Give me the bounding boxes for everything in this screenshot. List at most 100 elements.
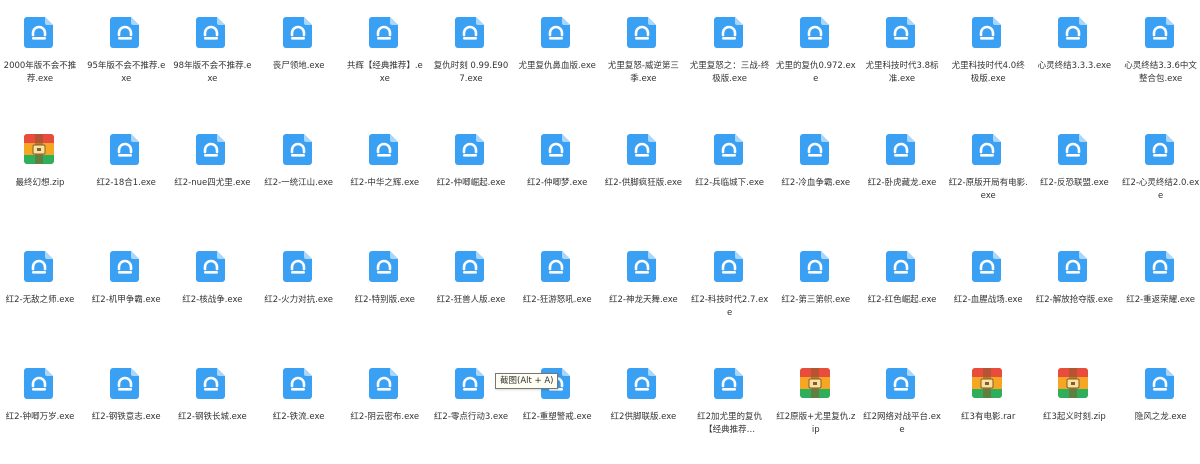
file-name: 隐风之龙.exe (1134, 412, 1187, 422)
file-item[interactable]: 红2-火力对抗.exe (259, 234, 345, 344)
file-item[interactable]: 红2-钢铁意志.exe (86, 351, 172, 461)
exe-file-icon (21, 14, 57, 50)
file-item[interactable]: 复仇时刻 0.99.E907.exe (431, 0, 517, 110)
file-item[interactable]: 95年版不会不推荐.exe (86, 0, 172, 110)
file-item[interactable]: 最终幻想.zip (0, 117, 86, 227)
file-item[interactable]: 红3有电影.rar (948, 351, 1034, 461)
file-item[interactable]: 红2-心灵终结2.0.exe (1121, 117, 1200, 227)
file-item[interactable]: 隐风之龙.exe (1121, 351, 1200, 461)
file-item[interactable]: 共辉【经典推荐】.exe (345, 0, 431, 110)
exe-file-icon (538, 131, 574, 167)
file-item[interactable]: 红2-供脚疯狂版.exe (603, 117, 689, 227)
file-item[interactable]: 98年版不会不推荐.exe (172, 0, 258, 110)
file-name: 红2-供脚疯狂版.exe (604, 178, 683, 188)
file-item[interactable]: 丧尸领地.exe (259, 0, 345, 110)
file-name: 红2-卧虎藏龙.exe (867, 178, 937, 188)
file-item[interactable]: 红2网络对战平台.exe (862, 351, 948, 461)
file-item[interactable]: 红2原版+尤里复仇.zip (776, 351, 862, 461)
zip-archive-icon (21, 131, 57, 167)
exe-file-icon (1142, 248, 1178, 284)
file-item[interactable]: 红2加尤里的复仇【经典推荐… (690, 351, 776, 461)
file-item[interactable]: 心灵终结3.3.3.exe (1034, 0, 1120, 110)
file-item[interactable]: 红2-冷血争霸.exe (776, 117, 862, 227)
file-name: 红2-铁流.exe (272, 412, 325, 422)
file-grid: 2000年版不会不推荐.exe 95年版不会不推荐.exe 98年版不会不推荐.ex… (0, 0, 1200, 464)
file-name: 最终幻想.zip (15, 178, 65, 188)
file-item[interactable]: 尤里科技时代4.0终极版.exe (948, 0, 1034, 110)
file-item[interactable]: 红2-nue四尤里.exe (172, 117, 258, 227)
file-item[interactable]: 红2-特别版.exe (345, 234, 431, 344)
file-item[interactable]: 红2-解放抢夺版.exe (1034, 234, 1120, 344)
exe-file-icon (797, 14, 833, 50)
exe-file-icon (452, 131, 488, 167)
exe-file-icon (797, 131, 833, 167)
file-item[interactable]: 红2-红色崛起.exe (862, 234, 948, 344)
exe-file-icon (280, 248, 316, 284)
file-name: 红2网络对战平台.exe (863, 412, 941, 435)
file-name: 红2原版+尤里复仇.zip (776, 412, 856, 435)
file-name: 红2-阴云密布.exe (350, 412, 420, 422)
exe-file-icon (21, 248, 57, 284)
file-item[interactable]: 尤里复怒-威逆第三季.exe (603, 0, 689, 110)
file-item[interactable]: 红2-狂游怒吼.exe (517, 234, 603, 344)
exe-file-icon (107, 365, 143, 401)
file-item[interactable]: 红2-血腥战场.exe (948, 234, 1034, 344)
file-item[interactable]: 尤里科技时代3.8标准.exe (862, 0, 948, 110)
file-item[interactable]: 心灵终结3.3.6中文整合包.exe (1121, 0, 1200, 110)
file-item[interactable]: 红2-卧虎藏龙.exe (862, 117, 948, 227)
file-item[interactable]: 红2-铁流.exe (259, 351, 345, 461)
file-name: 共辉【经典推荐】.exe (346, 61, 423, 84)
exe-file-icon (711, 14, 747, 50)
file-item[interactable]: 红2供脚联版.exe (603, 351, 689, 461)
file-item[interactable]: 红2-一统江山.exe (259, 117, 345, 227)
file-item[interactable]: 2000年版不会不推荐.exe (0, 0, 86, 110)
exe-file-icon (711, 365, 747, 401)
file-item[interactable]: 红2-无敌之师.exe (0, 234, 86, 344)
file-name: 红2-18合1.exe (96, 178, 156, 188)
file-name: 红2-无敌之师.exe (5, 295, 75, 305)
file-item[interactable]: 红2-钢铁长城.exe (172, 351, 258, 461)
exe-file-icon (624, 131, 660, 167)
file-name: 红2-第三第帜.exe (781, 295, 851, 305)
file-name: 尤里科技时代4.0终极版.exe (951, 61, 1025, 84)
file-item[interactable]: 红2-机甲争霸.exe (86, 234, 172, 344)
exe-file-icon (538, 248, 574, 284)
file-item[interactable]: 红2-科技时代2.7.exe (690, 234, 776, 344)
exe-file-icon (366, 365, 402, 401)
exe-file-icon (366, 131, 402, 167)
exe-file-icon (1142, 365, 1178, 401)
exe-file-icon (797, 248, 833, 284)
file-item[interactable]: 红3起义时刻.zip (1034, 351, 1120, 461)
file-item[interactable]: 红2-零点行动3.exe (431, 351, 517, 461)
file-item[interactable]: 红2-反恐联盟.exe (1034, 117, 1120, 227)
file-name: 尤里复怒-威逆第三季.exe (607, 61, 679, 84)
exe-file-icon (711, 248, 747, 284)
file-item[interactable]: 红2-狂兽人版.exe (431, 234, 517, 344)
file-item[interactable]: 红2-中华之辉.exe (345, 117, 431, 227)
file-name: 红2-钢铁长城.exe (178, 412, 247, 422)
file-item[interactable]: 红2-钟唧万岁.exe (0, 351, 86, 461)
exe-file-icon (280, 131, 316, 167)
exe-file-icon (624, 365, 660, 401)
file-item[interactable]: 红2-仲唧梦.exe (517, 117, 603, 227)
exe-file-icon (969, 131, 1005, 167)
exe-file-icon (1055, 14, 1091, 50)
file-item[interactable]: 红2-18合1.exe (86, 117, 172, 227)
file-item[interactable]: 红2-阴云密布.exe (345, 351, 431, 461)
file-item[interactable]: 红2-重塑警戒.exe (517, 351, 603, 461)
screenshot-tooltip: 截图(Alt + A) (495, 373, 559, 389)
file-item[interactable]: 红2-原版开局有电影.exe (948, 117, 1034, 227)
file-item[interactable]: 尤里复怒之：三战-终极版.exe (690, 0, 776, 110)
exe-file-icon (366, 248, 402, 284)
exe-file-icon (452, 365, 488, 401)
file-item[interactable]: 红2-兵临城下.exe (690, 117, 776, 227)
file-item[interactable]: 红2-重返荣耀.exe (1121, 234, 1200, 344)
file-name: 98年版不会不推荐.exe (173, 61, 252, 84)
file-item[interactable]: 红2-核战争.exe (172, 234, 258, 344)
file-item[interactable]: 红2-第三第帜.exe (776, 234, 862, 344)
file-name: 红2-仲唧崛起.exe (436, 178, 506, 188)
file-item[interactable]: 尤里的复仇0.972.exe (776, 0, 862, 110)
file-item[interactable]: 红2-仲唧崛起.exe (431, 117, 517, 227)
file-item[interactable]: 尤里复仇鼻血版.exe (517, 0, 603, 110)
file-item[interactable]: 红2-神龙天舞.exe (603, 234, 689, 344)
